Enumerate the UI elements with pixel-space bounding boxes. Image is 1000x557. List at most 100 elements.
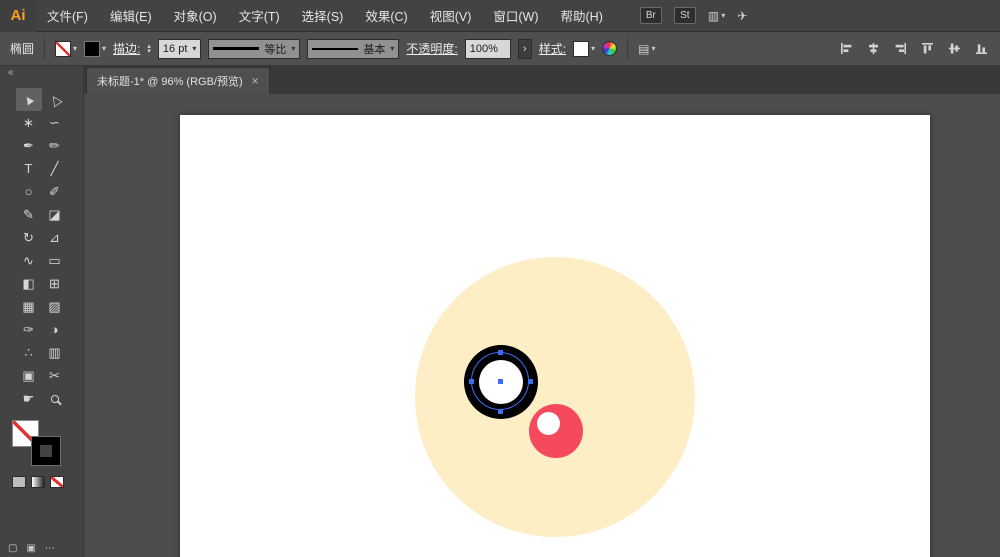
line-segment-tool[interactable]: ╱ — [42, 157, 68, 180]
scale-tool[interactable]: ⊿ — [42, 226, 68, 249]
selection-tool[interactable]: ▲ — [16, 88, 42, 111]
pen-tool[interactable]: ✒ — [16, 134, 42, 157]
tools-grid: ▲ △ ∗ ∽ ✒ ✏ T ╱ ○ ✐ ✎ ◪ ↻ ⊿ ∿ ▭ ◧ ⊞ ▦ ▨ … — [0, 88, 83, 410]
menu-effect[interactable]: 效果(C) — [354, 0, 418, 32]
ellipse-tool[interactable]: ○ — [16, 180, 42, 203]
full-screen-mode-icon[interactable]: ▣ — [26, 543, 35, 554]
perspective-grid-tool-icon: ⊞ — [49, 277, 60, 290]
align-right-button[interactable] — [891, 39, 909, 59]
brush-definition-select[interactable]: 基本 ▾ — [307, 39, 399, 59]
menu-bar: Ai 文件(F) 编辑(E) 对象(O) 文字(T) 选择(S) 效果(C) 视… — [0, 0, 1000, 32]
align-right-icon — [894, 42, 907, 55]
menu-view[interactable]: 视图(V) — [419, 0, 483, 32]
perspective-grid-tool[interactable]: ⊞ — [42, 272, 68, 295]
recolor-artwork-icon[interactable] — [602, 41, 617, 56]
direct-selection-tool[interactable]: △ — [42, 88, 68, 111]
stroke-color-control[interactable]: ▾ — [84, 41, 106, 57]
red-circle-shape[interactable] — [529, 404, 583, 458]
lasso-tool[interactable]: ∽ — [42, 111, 68, 134]
column-graph-tool[interactable]: ▥ — [42, 341, 68, 364]
stroke-weight-stepper[interactable]: ▴ ▾ — [147, 44, 151, 54]
stroke-swatch[interactable] — [32, 437, 60, 465]
none-button[interactable] — [50, 476, 64, 488]
magic-wand-tool[interactable]: ∗ — [16, 111, 42, 134]
gpu-performance-button[interactable]: ✈ — [737, 9, 747, 23]
pencil-tool-icon: ✎ — [23, 208, 34, 221]
panel-options-button[interactable]: ▤ ▾ — [638, 42, 655, 56]
shape-builder-tool-icon: ◧ — [22, 277, 34, 290]
menu-help[interactable]: 帮助(H) — [550, 0, 614, 32]
slice-tool[interactable]: ✂ — [42, 364, 68, 387]
curvature-tool[interactable]: ✏ — [42, 134, 68, 157]
align-left-button[interactable] — [837, 39, 855, 59]
opacity-more-button[interactable]: › — [518, 39, 532, 59]
brush-definition-value: 基本 — [363, 41, 385, 57]
symbol-sprayer-tool[interactable]: ∴ — [16, 341, 42, 364]
normal-screen-mode-icon[interactable]: ▢ — [8, 543, 17, 554]
stroke-weight-select[interactable]: 16 pt ▾ — [158, 39, 201, 59]
artboard[interactable] — [180, 115, 930, 557]
menu-object[interactable]: 对象(O) — [163, 0, 228, 32]
pencil-tool[interactable]: ✎ — [16, 203, 42, 226]
canvas[interactable] — [84, 94, 1000, 557]
menu-type[interactable]: 文字(T) — [228, 0, 291, 32]
separator — [627, 38, 628, 60]
align-bottom-button[interactable] — [972, 39, 990, 59]
fill-stroke-indicator — [12, 420, 72, 468]
selection-anchor-left[interactable] — [469, 379, 474, 384]
pen-tool-icon: ✒ — [23, 139, 34, 152]
fill-color-control[interactable]: ▾ — [55, 41, 77, 57]
shape-builder-tool[interactable]: ◧ — [16, 272, 42, 295]
gradient-button[interactable] — [31, 476, 45, 488]
selection-anchor-right[interactable] — [528, 379, 533, 384]
collapse-toolbar-button[interactable]: « — [0, 66, 83, 80]
style-panel-link[interactable]: 样式: — [539, 40, 566, 57]
document-tab[interactable]: 未标题-1* @ 96% (RGB/预览) × — [86, 67, 270, 94]
blend-tool[interactable]: ◑ — [42, 318, 68, 341]
hand-tool[interactable]: ☛ — [16, 387, 42, 410]
style-swatch-select[interactable]: ▾ — [573, 41, 595, 57]
mesh-tool[interactable]: ▦ — [16, 295, 42, 318]
edit-toolbar-icon[interactable]: ⋯ — [45, 543, 55, 554]
zoom-tool[interactable] — [42, 387, 68, 410]
eraser-tool[interactable]: ◪ — [42, 203, 68, 226]
paintbrush-tool[interactable]: ✐ — [42, 180, 68, 203]
chevron-down-icon: ▾ — [591, 44, 595, 53]
brush-preview-icon — [312, 48, 358, 50]
free-transform-tool[interactable]: ▭ — [42, 249, 68, 272]
selection-tool-icon: ▲ — [19, 90, 37, 108]
stroke-panel-link[interactable]: 描边: — [113, 40, 140, 57]
stock-badge[interactable]: St — [674, 7, 696, 24]
opacity-input[interactable] — [465, 39, 511, 59]
artboard-tool[interactable]: ▣ — [16, 364, 42, 387]
style-swatch-icon — [573, 41, 589, 57]
eyedropper-tool[interactable]: ✑ — [16, 318, 42, 341]
free-transform-tool-icon: ▭ — [48, 254, 60, 267]
menu-window[interactable]: 窗口(W) — [482, 0, 549, 32]
selection-anchor-top[interactable] — [498, 350, 503, 355]
tools-panel: « ▲ △ ∗ ∽ ✒ ✏ T ╱ ○ ✐ ✎ ◪ ↻ ⊿ ∿ ▭ ◧ ⊞ ▦ … — [0, 66, 84, 557]
cream-circle-shape[interactable] — [415, 257, 695, 537]
rotate-tool[interactable]: ↻ — [16, 226, 42, 249]
menu-edit[interactable]: 编辑(E) — [99, 0, 163, 32]
align-horizontal-center-button[interactable] — [864, 39, 882, 59]
menu-select[interactable]: 选择(S) — [291, 0, 355, 32]
arrange-documents-button[interactable]: ▥ ▾ — [708, 9, 725, 23]
menu-file[interactable]: 文件(F) — [36, 0, 99, 32]
align-vertical-center-button[interactable] — [945, 39, 963, 59]
tab-close-icon[interactable]: × — [252, 74, 259, 88]
selection-anchor-bottom[interactable] — [498, 409, 503, 414]
color-button[interactable] — [12, 476, 26, 488]
width-tool[interactable]: ∿ — [16, 249, 42, 272]
type-tool[interactable]: T — [16, 157, 42, 180]
bridge-badge[interactable]: Br — [640, 7, 662, 24]
opacity-panel-link[interactable]: 不透明度: — [406, 40, 457, 57]
stroke-profile-select[interactable]: 等比 ▾ — [208, 39, 300, 59]
paintbrush-tool-icon: ✐ — [49, 185, 60, 198]
align-buttons-group — [837, 39, 990, 59]
align-top-button[interactable] — [918, 39, 936, 59]
gradient-tool[interactable]: ▨ — [42, 295, 68, 318]
main-menu: 文件(F) 编辑(E) 对象(O) 文字(T) 选择(S) 效果(C) 视图(V… — [36, 0, 614, 32]
align-top-icon — [921, 42, 934, 55]
selection-anchor-center[interactable] — [498, 379, 503, 384]
